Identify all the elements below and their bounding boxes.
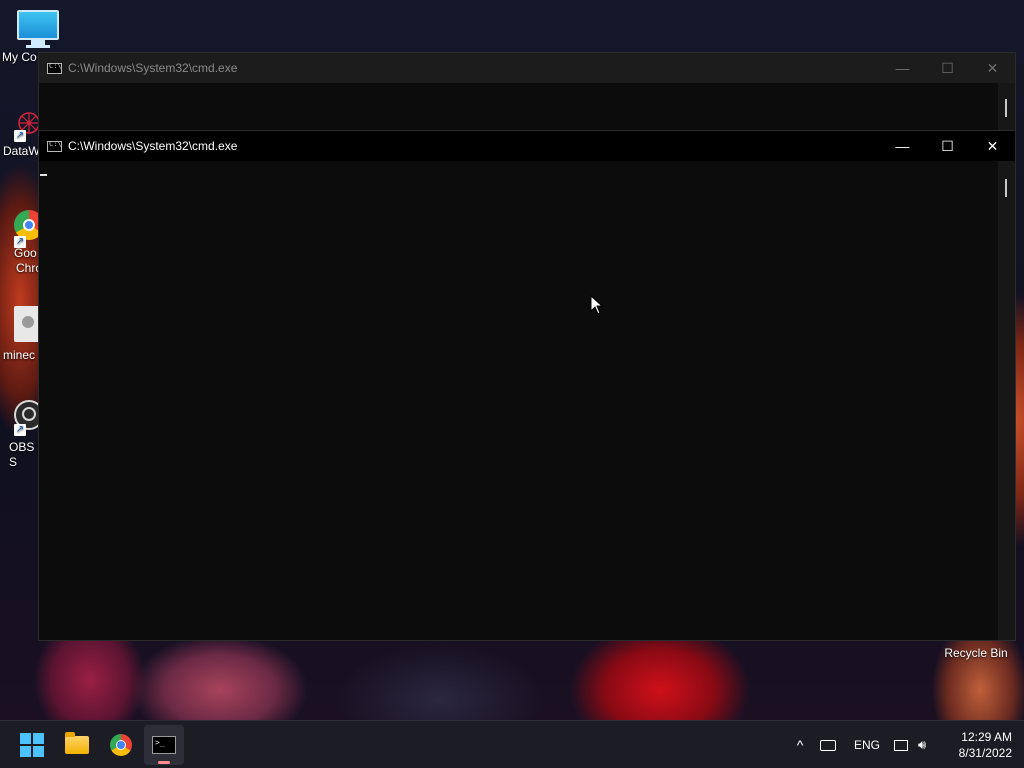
- title-bar[interactable]: C:\Windows\System32\cmd.exe — ☐ ✕: [39, 53, 1015, 83]
- shortcut-arrow-icon: ↗: [14, 130, 26, 142]
- volume-icon[interactable]: 🔊︎: [918, 737, 926, 753]
- minimize-button[interactable]: —: [880, 131, 925, 161]
- cmd-icon: [152, 736, 176, 754]
- desktop-icon-label: minec: [3, 348, 36, 362]
- touch-keyboard-icon[interactable]: [820, 739, 836, 751]
- scrollbar[interactable]: [998, 161, 1015, 640]
- show-hidden-icons-chevron-icon[interactable]: ^: [790, 737, 810, 753]
- taskbar-google-chrome[interactable]: [101, 725, 141, 765]
- window-title: C:\Windows\System32\cmd.exe: [68, 61, 238, 75]
- taskbar-file-explorer[interactable]: [57, 725, 97, 765]
- taskbar: ^ ENG 🔊︎ 12:29 AM 8/31/2022: [0, 720, 1024, 768]
- desktop-icon-label: Goo: [14, 246, 37, 260]
- cmd-window-background[interactable]: C:\Windows\System32\cmd.exe — ☐ ✕: [38, 52, 1016, 138]
- cmd-icon: [47, 62, 62, 74]
- cmd-icon: [47, 140, 62, 152]
- maximize-button[interactable]: ☐: [925, 53, 970, 83]
- close-button[interactable]: ✕: [970, 53, 1015, 83]
- taskbar-command-prompt[interactable]: [144, 725, 184, 765]
- desktop-icon-google-chrome[interactable]: ↗ Goo Chro: [0, 210, 44, 276]
- active-indicator: [158, 761, 170, 764]
- title-bar[interactable]: C:\Windows\System32\cmd.exe — ☐ ✕: [39, 131, 1015, 161]
- clock[interactable]: 12:29 AM 8/31/2022: [959, 729, 1012, 761]
- start-button[interactable]: [12, 725, 52, 765]
- network-icon[interactable]: [894, 739, 909, 751]
- desktop-icon-recycle-bin[interactable]: Recycle Bin: [936, 646, 1016, 661]
- minimize-button[interactable]: —: [880, 53, 925, 83]
- desktop-icon-label: DataW: [3, 144, 40, 158]
- mouse-pointer-icon: [590, 295, 604, 315]
- desktop-icon-datawrapper[interactable]: ↗ DataW: [0, 108, 40, 159]
- chrome-icon: [110, 734, 132, 756]
- shortcut-arrow-icon: ↗: [14, 424, 26, 436]
- terminal-output[interactable]: [39, 161, 998, 640]
- monitor-icon: [17, 10, 59, 48]
- desktop-icon-obs-studio[interactable]: ↗ OBS S: [0, 400, 44, 470]
- scrollbar[interactable]: [998, 83, 1015, 137]
- desktop-icon-label-line2: Chro: [16, 261, 43, 275]
- maximize-button[interactable]: ☐: [925, 131, 970, 161]
- system-tray: ^ ENG 🔊︎: [790, 721, 927, 768]
- desktop-icon-minecraft[interactable]: minec: [0, 306, 42, 363]
- scrollbar-thumb[interactable]: [1005, 179, 1007, 197]
- window-title: C:\Windows\System32\cmd.exe: [68, 139, 238, 153]
- scrollbar-thumb[interactable]: [1005, 99, 1007, 117]
- language-indicator[interactable]: ENG: [854, 738, 880, 752]
- desktop-icon-label: Recycle Bin: [944, 646, 1008, 660]
- desktop-icon-label: OBS S: [9, 440, 35, 469]
- folder-icon: [65, 732, 89, 754]
- text-cursor: [40, 174, 47, 176]
- clock-date: 8/31/2022: [958, 746, 1012, 760]
- cmd-window-active[interactable]: C:\Windows\System32\cmd.exe — ☐ ✕: [38, 130, 1016, 641]
- clock-time: 12:29 AM: [961, 730, 1012, 744]
- windows-start-icon: [20, 733, 44, 757]
- shortcut-arrow-icon: ↗: [14, 236, 26, 248]
- close-button[interactable]: ✕: [970, 131, 1015, 161]
